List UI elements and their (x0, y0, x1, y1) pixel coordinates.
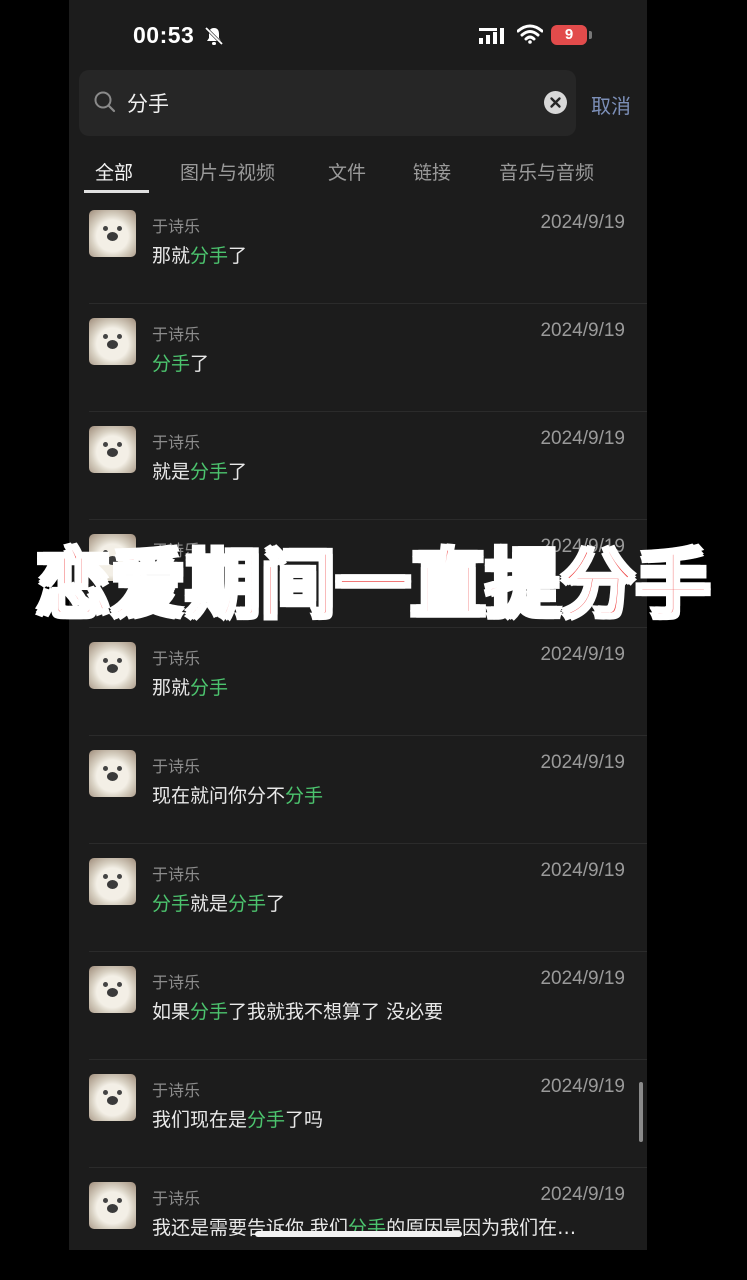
sender-name: 于诗乐 (152, 973, 201, 992)
search-icon (93, 90, 117, 118)
message-snippet: 分手了 (152, 349, 209, 376)
snippet-text: 那就 (152, 245, 191, 267)
avatar (89, 966, 136, 1013)
battery-nub (589, 31, 592, 39)
snippet-text: 如果 (152, 1001, 191, 1023)
message-date: 2024/9/19 (540, 968, 625, 989)
sender-name: 于诗乐 (152, 865, 201, 884)
list-item[interactable]: 于诗乐 2024/9/19 如果分手了我就我不想算了 没必要 (89, 952, 647, 1060)
highlighted-keyword: 分手 (285, 785, 324, 807)
list-item[interactable]: 于诗乐 2024/9/19 就是分手了 (89, 412, 647, 520)
avatar (89, 642, 136, 689)
snippet-text: 就是 (152, 461, 191, 483)
message-snippet: 就是分手了 (152, 457, 247, 484)
list-item[interactable]: 于诗乐 2024/9/19 我们现在是分手了吗 (89, 1060, 647, 1168)
tab-all[interactable]: 全部 (95, 158, 133, 185)
tab-music-audio[interactable]: 音乐与音频 (499, 158, 594, 185)
scrollbar[interactable] (639, 1082, 643, 1142)
highlighted-keyword: 分手 (152, 893, 191, 915)
list-item[interactable]: 于诗乐 2024/9/19 那就分手了 (89, 196, 647, 304)
sender-name: 于诗乐 (152, 1081, 201, 1100)
avatar (89, 1074, 136, 1121)
list-item[interactable]: 于诗乐 2024/9/19 我还是需要告诉你 我们分手的原因是因为我们在… (89, 1168, 647, 1250)
close-icon (550, 97, 561, 108)
message-date: 2024/9/19 (540, 1076, 625, 1097)
avatar (89, 858, 136, 905)
list-item[interactable]: 于诗乐 2024/9/19 现在就问你分不分手 (89, 736, 647, 844)
message-snippet: 现在就问你分不分手 (152, 781, 323, 808)
highlighted-keyword: 分手 (190, 677, 229, 699)
home-indicator[interactable] (255, 1231, 462, 1237)
signal-icon (479, 28, 505, 48)
status-time: 00:53 (133, 22, 195, 48)
highlighted-keyword: 分手 (190, 1001, 229, 1023)
snippet-text: 了 (190, 353, 210, 375)
highlighted-keyword: 分手 (152, 353, 191, 375)
search-field[interactable]: 分手 (79, 70, 576, 136)
message-date: 2024/9/19 (540, 320, 625, 341)
snippet-text: 了 (228, 461, 248, 483)
avatar (89, 1182, 136, 1229)
snippet-text: 了 (228, 245, 248, 267)
snippet-text: 那就 (152, 677, 191, 699)
snippet-text: 现在就问你分不 (152, 785, 286, 807)
snippet-text: 了吗 (285, 1109, 324, 1131)
sender-name: 于诗乐 (152, 433, 201, 452)
highlighted-keyword: 分手 (247, 1109, 286, 1131)
snippet-text: 就是 (190, 893, 229, 915)
sender-name: 于诗乐 (152, 757, 201, 776)
snippet-text: 我们现在是 (152, 1109, 248, 1131)
wifi-icon (516, 24, 544, 48)
filter-tabs: 全部 图片与视频 文件 链接 音乐与音频 (69, 150, 647, 194)
message-snippet: 那就分手了 (152, 241, 247, 268)
message-date: 2024/9/19 (540, 644, 625, 665)
tab-images-videos[interactable]: 图片与视频 (180, 158, 275, 185)
message-snippet: 分手就是分手了 (152, 889, 285, 916)
sender-name: 于诗乐 (152, 217, 201, 236)
overlay-caption: 恋爱期间一直提分手 (35, 541, 712, 630)
avatar (89, 426, 136, 473)
search-input[interactable]: 分手 (127, 88, 169, 118)
sender-name: 于诗乐 (152, 649, 201, 668)
message-snippet: 我们现在是分手了吗 (152, 1105, 323, 1132)
list-item[interactable]: 于诗乐 2024/9/19 分手就是分手了 (89, 844, 647, 952)
message-snippet: 如果分手了我就我不想算了 没必要 (152, 997, 443, 1024)
clear-search-button[interactable] (544, 91, 567, 114)
snippet-text: 了 (266, 893, 286, 915)
tab-links[interactable]: 链接 (413, 158, 451, 185)
message-snippet: 那就分手 (152, 673, 228, 700)
message-date: 2024/9/19 (540, 752, 625, 773)
search-results-list: 于诗乐 2024/9/19 那就分手了 于诗乐 2024/9/19 分手了 于诗乐 2024/… (69, 196, 647, 1250)
bell-muted-icon (204, 26, 224, 50)
message-date: 2024/9/19 (540, 860, 625, 881)
sender-name: 于诗乐 (152, 325, 201, 344)
active-tab-indicator (84, 190, 149, 193)
status-bar: 00:53 9 (69, 0, 647, 70)
battery-level: 9 (551, 25, 587, 45)
avatar (89, 210, 136, 257)
highlighted-keyword: 分手 (190, 245, 229, 267)
snippet-text: 了我就我不想算了 没必要 (228, 1001, 444, 1023)
cancel-button[interactable]: 取消 (591, 90, 631, 119)
message-date: 2024/9/19 (540, 428, 625, 449)
tab-files[interactable]: 文件 (328, 158, 366, 185)
avatar (89, 750, 136, 797)
list-item[interactable]: 于诗乐 2024/9/19 那就分手 (89, 628, 647, 736)
highlighted-keyword: 分手 (190, 461, 229, 483)
sender-name: 于诗乐 (152, 1189, 201, 1208)
highlighted-keyword: 分手 (228, 893, 267, 915)
message-date: 2024/9/19 (540, 1184, 625, 1205)
message-date: 2024/9/19 (540, 212, 625, 233)
avatar (89, 318, 136, 365)
list-item[interactable]: 于诗乐 2024/9/19 分手了 (89, 304, 647, 412)
